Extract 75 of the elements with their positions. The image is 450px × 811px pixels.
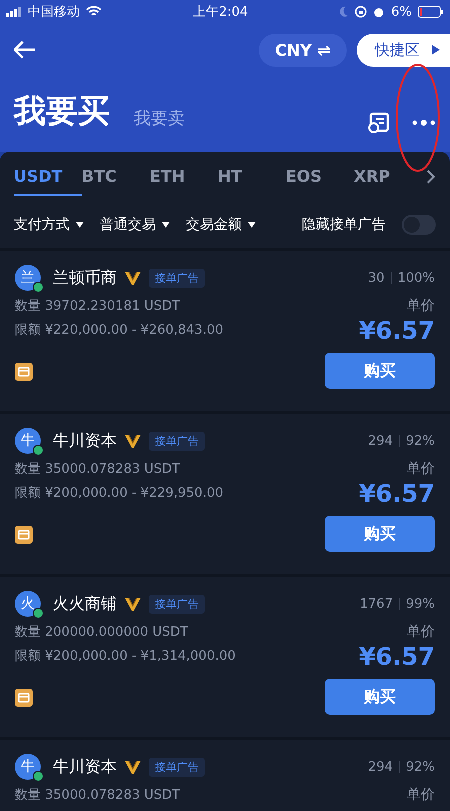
signal-icon [6,7,22,17]
wifi-icon [86,6,102,18]
shortcut-button[interactable]: 快捷区 [357,34,450,66]
coin-tab[interactable]: XRP [354,158,422,196]
order-history-icon[interactable] [368,112,390,134]
merchant-avatar: 牛 [15,428,41,454]
battery-percent: 6% [391,4,412,20]
buy-button[interactable]: 购买 [325,679,435,715]
completion-rate: 92% [406,434,435,448]
ad-tag: 接单广告 [149,432,205,450]
hide-ads-toggle[interactable] [402,215,436,235]
unit-price: ¥6.57 [359,480,435,508]
completion-rate: 99% [406,596,435,612]
verified-v-icon [125,434,141,448]
quantity-text: 数量 39702.230181 USDT [15,298,182,315]
filter-dropdown[interactable]: 支付方式 [14,216,84,234]
price-label: 单价 [407,460,435,478]
merchant-name[interactable]: 兰顿币商 [53,268,117,288]
coin-tab[interactable]: ETH [150,158,218,196]
merchant-avatar: 火 [15,591,41,617]
dropdown-caret-icon [248,222,256,228]
sell-tab[interactable]: 我要卖 [134,107,185,134]
verified-v-icon [125,760,141,774]
chevron-right-icon[interactable] [427,170,436,184]
play-triangle-icon [432,45,440,55]
quantity-text: 数量 35000.078283 USDT [15,461,182,478]
buy-button[interactable]: 购买 [325,516,435,552]
order-count: 1767 [360,596,394,612]
verified-v-icon [125,598,141,610]
limit-text: 限额 ¥200,000.00 - ¥1,314,000.00 [15,648,237,665]
dropdown-caret-icon [76,222,84,228]
merchant-name[interactable]: 火火商铺 [53,594,117,614]
quantity-text: 数量 200000.000000 USDT [15,624,190,641]
order-count: 294 [368,434,394,448]
more-icon[interactable] [412,119,436,127]
merchant-name[interactable]: 牛川资本 [53,756,117,778]
filter-dropdown[interactable]: 普通交易 [100,216,170,234]
completion-rate: 100% [398,270,435,286]
coin-tab[interactable]: BTC [82,158,150,196]
bank-card-icon [15,526,33,544]
coin-tab[interactable]: USDT [14,158,82,196]
back-arrow-icon[interactable] [14,41,36,59]
coin-tab[interactable]: EOS [286,158,354,196]
moon-icon [339,6,350,18]
coin-tab[interactable]: HT [218,158,286,196]
price-label: 单价 [407,297,435,315]
merchant-avatar: 兰 [15,265,41,291]
merchant-avatar: 牛 [15,754,41,780]
order-count: 30 [368,270,385,286]
status-time: 上午2:04 [192,4,250,21]
price-label: 单价 [407,786,435,804]
unit-price: ¥6.57 [359,643,435,671]
lock-rotation-icon [355,6,368,18]
hide-ads-label: 隐藏接单广告 [302,216,386,234]
quantity-text: 数量 35000.078283 USDT [15,787,182,804]
unit-price: ¥6.57 [359,317,435,345]
carrier-name: 中国移动 [28,4,80,21]
merchant-name[interactable]: 牛川资本 [53,430,117,452]
limit-text: 限额 ¥220,000.00 - ¥260,843.00 [15,322,224,339]
page-title: 我要买 [14,91,110,132]
ad-tag: 接单广告 [149,758,205,776]
currency-button[interactable]: CNY ⇌ [259,34,347,66]
filter-dropdown[interactable]: 交易金额 [186,216,256,234]
bank-card-icon [15,689,33,707]
price-label: 单价 [407,623,435,641]
ad-tag: 接单广告 [149,594,205,614]
buy-button[interactable]: 购买 [325,353,435,389]
dropdown-caret-icon [162,222,170,228]
battery-icon [418,6,444,18]
ad-tag: 接单广告 [149,268,205,288]
completion-rate: 92% [406,760,435,774]
bank-card-icon [15,363,33,381]
order-count: 294 [368,760,394,774]
verified-v-icon [125,272,141,284]
limit-text: 限额 ¥200,000.00 - ¥229,950.00 [15,485,224,502]
